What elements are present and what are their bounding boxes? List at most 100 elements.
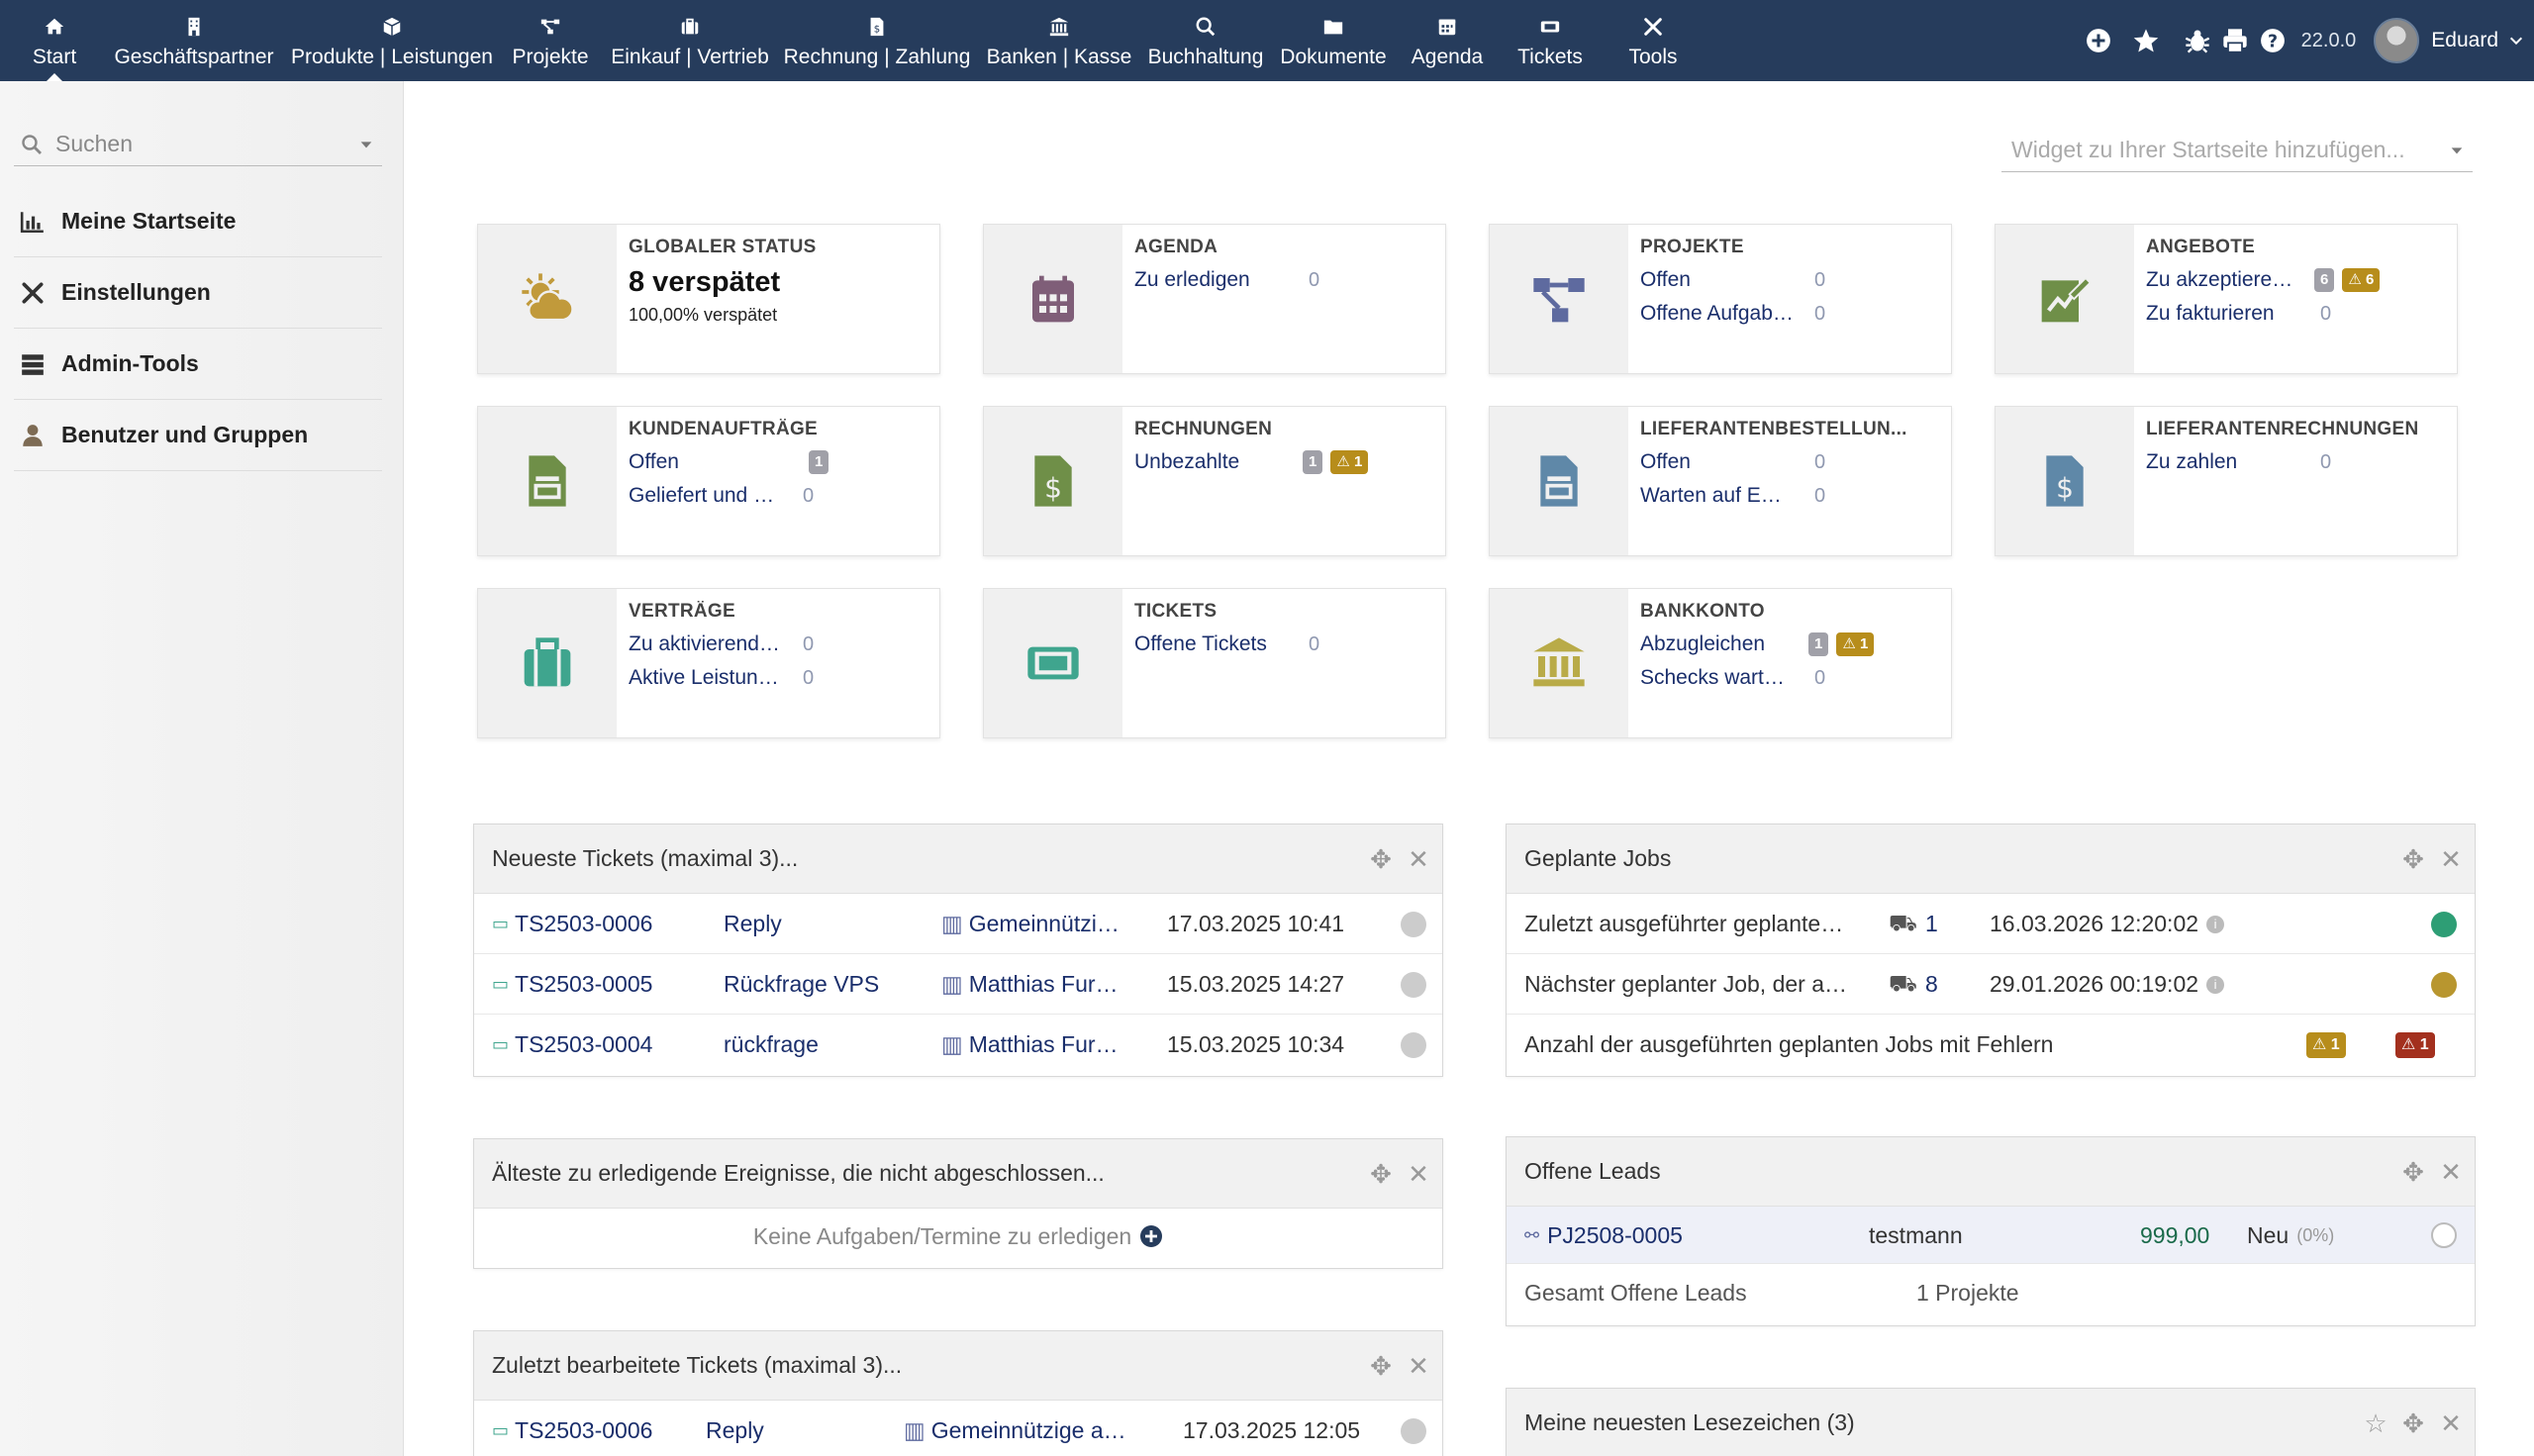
sidebar-item-meine-startseite[interactable]: Meine Startseite: [14, 186, 382, 257]
nav-banken-kasse[interactable]: Banken | Kasse: [986, 0, 1132, 81]
nav-rechnung-zahlung[interactable]: $ Rechnung | Zahlung: [784, 0, 970, 81]
global-status-count[interactable]: 8 verspätet: [629, 266, 929, 299]
svg-text:?: ?: [2268, 33, 2278, 52]
box-lieferantenbestellungen: LIEFERANTENBESTELLUN... Offen 0 Warten au…: [1489, 406, 1952, 556]
tickets-offen-link[interactable]: Offene Tickets: [1134, 632, 1295, 656]
job-count-link[interactable]: 1: [1925, 911, 1938, 937]
building-icon: [188, 17, 200, 37]
warning-icon: ⚠: [2348, 271, 2366, 288]
company-link[interactable]: Matthias Fur…: [969, 1031, 1119, 1058]
ticket-ref-link[interactable]: TS2503-0006: [515, 1417, 652, 1444]
close-icon[interactable]: ✕: [1407, 1159, 1430, 1189]
ticket-subject-link[interactable]: Reply: [724, 894, 922, 954]
ticket-subject-link[interactable]: Reply: [706, 1401, 864, 1456]
box-title: TICKETS: [1134, 601, 1218, 622]
nav-agenda[interactable]: Agenda: [1406, 0, 1489, 81]
warning-badge[interactable]: ⚠ 1: [1836, 632, 1875, 656]
move-icon[interactable]: ✥: [2401, 1408, 2425, 1438]
warning-badge[interactable]: ⚠ 1: [1330, 450, 1369, 474]
sidebar-item-label: Admin-Tools: [61, 350, 199, 376]
lieferantenbestellungen-warten-link[interactable]: Warten auf E…: [1640, 484, 1801, 508]
widget-add-select[interactable]: Widget zu Ihrer Startseite hinzufügen...: [2001, 129, 2473, 172]
vertraege-aktivieren-link[interactable]: Zu aktivierend…: [629, 632, 789, 656]
company-link[interactable]: Gemeinnützige a…: [931, 1417, 1126, 1444]
ticket-icon: ▭: [492, 1420, 510, 1440]
nav-start[interactable]: Start: [24, 0, 85, 81]
close-icon[interactable]: ✕: [1407, 844, 1430, 874]
close-icon[interactable]: ✕: [2439, 844, 2463, 874]
move-icon[interactable]: ✥: [1369, 1351, 1393, 1381]
ticket-ref-link[interactable]: TS2503-0006: [515, 911, 652, 937]
angebote-akzeptieren-link[interactable]: Zu akzeptiere…: [2146, 268, 2306, 292]
star-icon[interactable]: [2131, 26, 2161, 55]
panel-oldest-events: Älteste zu erledigende Ereignisse, die n…: [473, 1138, 1443, 1269]
search-input[interactable]: Suchen: [14, 123, 382, 166]
rechnungen-unbezahlt-link[interactable]: Unbezahlte: [1134, 450, 1295, 474]
angebote-fakturieren-link[interactable]: Zu fakturieren: [2146, 302, 2306, 326]
avatar[interactable]: [2374, 18, 2420, 63]
jobs-icon: ⛟: [1889, 909, 1917, 935]
ticket-date: 17.03.2025 12:05: [1183, 1417, 1361, 1443]
sidebar-item-admin-tools[interactable]: Admin-Tools: [14, 329, 382, 400]
nav-geschaeftspartner[interactable]: Geschäftspartner: [113, 0, 275, 81]
box-title: AGENDA: [1134, 237, 1218, 257]
job-count-link[interactable]: 8: [1925, 971, 1938, 998]
count-badge[interactable]: 6: [2314, 268, 2335, 292]
nav-buchhaltung[interactable]: Buchhaltung: [1148, 0, 1263, 81]
warning-badge[interactable]: ⚠ 6: [2342, 268, 2381, 292]
nav-produkte[interactable]: Produkte | Leistungen: [289, 0, 495, 81]
ticket-subject-link[interactable]: rückfrage: [724, 1015, 922, 1075]
count-badge[interactable]: 1: [1303, 450, 1323, 474]
move-icon[interactable]: ✥: [2401, 1157, 2425, 1187]
projekte-aufgaben-link[interactable]: Offene Aufgab…: [1640, 302, 1801, 326]
bankkonto-abgleichen-link[interactable]: Abzugleichen: [1640, 632, 1801, 656]
project-icon: ⚯: [1524, 1224, 1540, 1245]
close-icon[interactable]: ✕: [1407, 1351, 1430, 1381]
vertraege-aktive-link[interactable]: Aktive Leistun…: [629, 666, 789, 690]
ticket-ref-link[interactable]: TS2503-0005: [515, 971, 652, 998]
sidebar-item-benutzer-gruppen[interactable]: Benutzer und Gruppen: [14, 400, 382, 471]
sidebar: Suchen Meine Startseite Einstellungen Ad…: [0, 81, 404, 1456]
bankkonto-schecks-link[interactable]: Schecks wart…: [1640, 666, 1801, 690]
sidebar-item-einstellungen[interactable]: Einstellungen: [14, 257, 382, 329]
plus-circle-icon[interactable]: [1139, 1224, 1163, 1248]
ticket-ref-link[interactable]: TS2503-0004: [515, 1031, 652, 1058]
help-icon[interactable]: ?: [2258, 26, 2288, 55]
warning-badge[interactable]: ⚠ 1: [2306, 1031, 2346, 1058]
kundenauftraege-geliefert-link[interactable]: Geliefert und …: [629, 484, 789, 508]
kundenauftraege-offen-link[interactable]: Offen: [629, 450, 789, 474]
company-link[interactable]: Gemeinnützi…: [969, 911, 1120, 937]
company-link[interactable]: Matthias Fur…: [969, 971, 1119, 998]
total-row: Gesamt Offene Leads 1 Projekte: [1507, 1264, 2475, 1321]
warning-count: 1: [1353, 453, 1363, 470]
star-outline-icon[interactable]: ☆: [2364, 1408, 2388, 1438]
ticket-subject-link[interactable]: Rückfrage VPS: [724, 954, 922, 1015]
bug-icon[interactable]: [2183, 26, 2212, 55]
move-icon[interactable]: ✥: [1369, 1159, 1393, 1189]
lead-ref-link[interactable]: PJ2508-0005: [1547, 1222, 1683, 1249]
nav-tools[interactable]: Tools: [1613, 0, 1693, 81]
nav-dokumente[interactable]: Dokumente: [1279, 0, 1388, 81]
svg-text:$: $: [874, 25, 880, 36]
lieferantenbestellungen-offen-link[interactable]: Offen: [1640, 450, 1801, 474]
move-icon[interactable]: ✥: [2401, 844, 2425, 874]
printer-icon[interactable]: [2220, 26, 2250, 55]
lieferantenrechnungen-zahlen-link[interactable]: Zu zahlen: [2146, 450, 2306, 474]
close-icon[interactable]: ✕: [2439, 1408, 2463, 1438]
projekte-offen-link[interactable]: Offen: [1640, 268, 1801, 292]
nav-tickets[interactable]: Tickets: [1511, 0, 1590, 81]
plus-circle-icon[interactable]: [2084, 26, 2113, 55]
username[interactable]: Eduard: [2431, 29, 2498, 52]
close-icon[interactable]: ✕: [2439, 1157, 2463, 1187]
nav-projekte[interactable]: Projekte: [510, 0, 591, 81]
global-status-percent: 100,00% verspätet: [629, 305, 778, 325]
count-badge[interactable]: 1: [1808, 632, 1829, 656]
agenda-zu-erledigen-link[interactable]: Zu erledigen: [1134, 268, 1295, 292]
table-row: Zuletzt ausgeführter geplante… ⛟ 1 16.03.…: [1507, 894, 2475, 954]
nav-einkauf-vertrieb[interactable]: Einkauf | Vertrieb: [610, 0, 770, 81]
count-badge[interactable]: 1: [809, 450, 829, 474]
building-icon: ▥: [941, 1031, 963, 1057]
chevron-down-icon[interactable]: [2506, 26, 2526, 55]
error-badge[interactable]: ⚠ 1: [2395, 1031, 2435, 1058]
move-icon[interactable]: ✥: [1369, 844, 1393, 874]
